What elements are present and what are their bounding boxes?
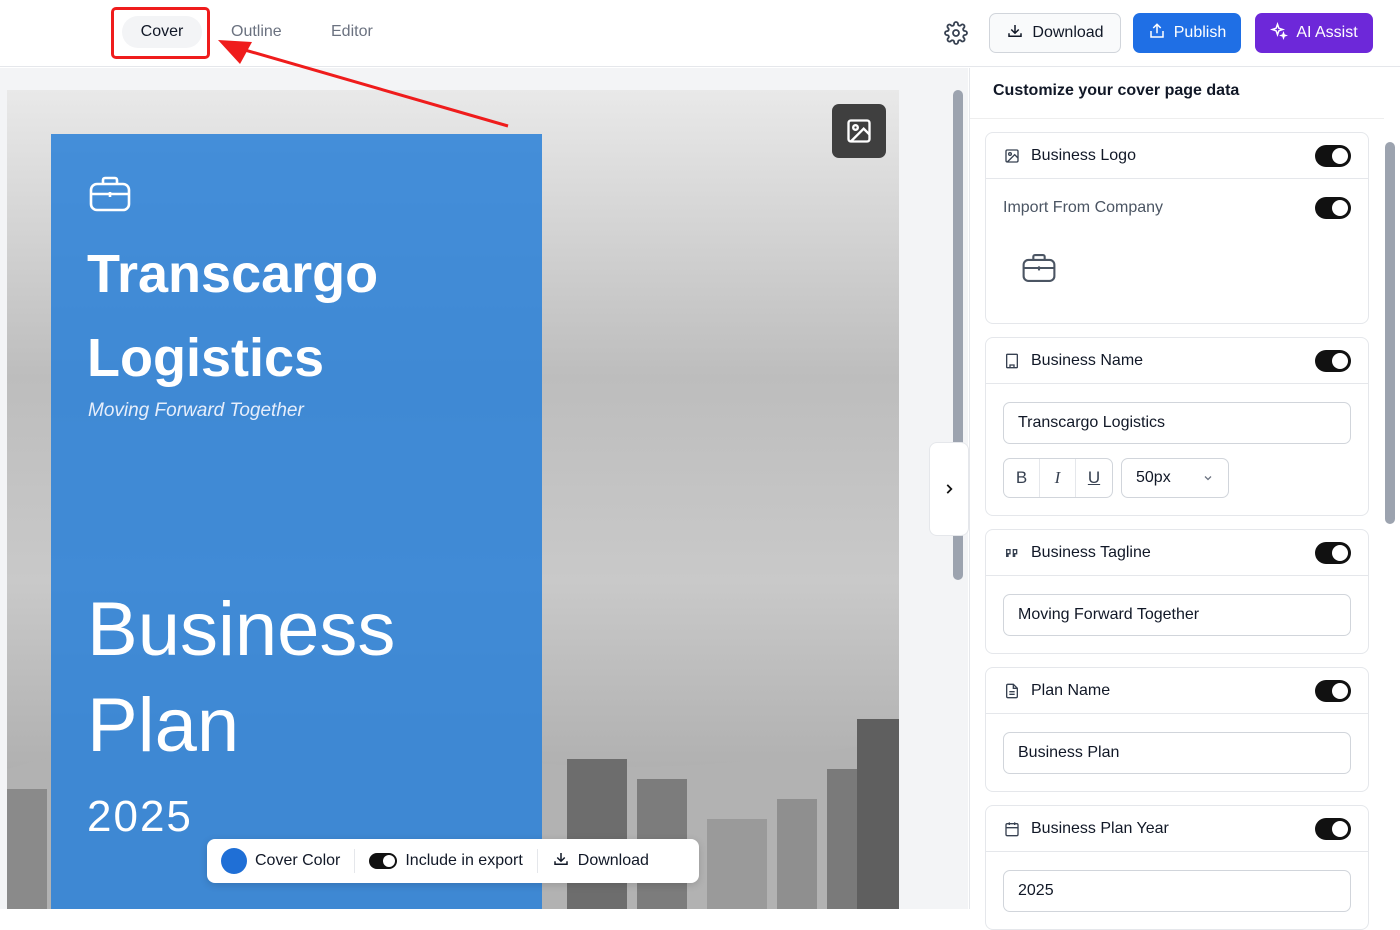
share-icon xyxy=(1148,22,1166,45)
customize-sidebar: Customize your cover page data Business … xyxy=(969,68,1400,930)
plan-name-input[interactable]: Business Plan xyxy=(1003,732,1351,774)
sparkles-icon xyxy=(1270,21,1289,45)
gear-icon[interactable] xyxy=(944,21,968,45)
cover-year: 2025 xyxy=(87,792,193,841)
top-bar: Cover Outline Editor Download Publish AI… xyxy=(0,0,1400,67)
cover-color-label: Cover Color xyxy=(255,852,341,869)
business-tagline-toggle[interactable] xyxy=(1315,541,1351,564)
cover-download-button[interactable]: Download xyxy=(538,849,663,873)
download-button[interactable]: Download xyxy=(989,13,1121,53)
tab-outline[interactable]: Outline xyxy=(231,16,282,48)
italic-button[interactable]: I xyxy=(1040,459,1076,497)
business-tagline-card: Business Tagline Moving Forward Together xyxy=(985,529,1369,654)
underline-button[interactable]: U xyxy=(1076,459,1112,497)
ai-assist-label: AI Assist xyxy=(1296,24,1358,41)
tab-editor[interactable]: Editor xyxy=(331,16,373,48)
bold-button[interactable]: B xyxy=(1004,459,1040,497)
cover-plan-name: Business Plan xyxy=(87,587,396,768)
chevron-right-icon xyxy=(946,484,953,494)
change-image-button[interactable] xyxy=(832,104,886,158)
font-size-select[interactable]: 50px xyxy=(1121,458,1229,498)
cover-tagline: Moving Forward Together xyxy=(88,400,304,421)
sidebar-title: Customize your cover page data xyxy=(993,82,1240,99)
business-logo-label: Business Logo xyxy=(1031,146,1136,164)
briefcase-icon[interactable] xyxy=(1022,253,1056,288)
toggle-sidebar-button[interactable] xyxy=(929,442,969,536)
sidebar-scrollbar[interactable] xyxy=(1383,124,1400,909)
ai-assist-button[interactable]: AI Assist xyxy=(1255,13,1373,53)
business-name-toggle[interactable] xyxy=(1315,349,1351,372)
business-logo-toggle[interactable] xyxy=(1315,144,1351,167)
business-plan-year-label: Business Plan Year xyxy=(1031,819,1169,837)
briefcase-icon xyxy=(89,176,131,217)
plan-name-toggle[interactable] xyxy=(1315,679,1351,702)
chevron-down-icon xyxy=(1204,476,1212,481)
import-from-company-toggle[interactable] xyxy=(1315,197,1351,219)
color-swatch[interactable] xyxy=(221,848,247,874)
business-name-label: Business Name xyxy=(1031,351,1144,369)
business-name-card: Business Name Transcargo Logistics B I U… xyxy=(985,337,1369,516)
cover-download-label: Download xyxy=(577,852,649,869)
cover-color-picker[interactable]: Cover Color xyxy=(207,848,354,874)
download-label: Download xyxy=(1032,24,1104,41)
include-in-export-toggle[interactable]: Include in export xyxy=(355,849,536,873)
business-plan-year-toggle[interactable] xyxy=(1315,817,1351,840)
publish-button[interactable]: Publish xyxy=(1133,13,1241,53)
business-plan-year-input[interactable]: 2025 xyxy=(1003,870,1351,912)
font-size-value: 50px xyxy=(1136,469,1171,486)
business-plan-year-card: Business Plan Year 2025 xyxy=(985,805,1369,930)
business-logo-card: Business Logo Import From Company xyxy=(985,132,1369,324)
image-icon xyxy=(847,119,871,143)
include-label: Include in export xyxy=(405,852,523,869)
business-tagline-input[interactable]: Moving Forward Together xyxy=(1003,594,1351,636)
business-tagline-label: Business Tagline xyxy=(1031,543,1151,561)
annotation-highlight-box xyxy=(111,7,210,59)
cover-business-name: Transcargo Logistics xyxy=(87,244,379,388)
divider xyxy=(970,118,1384,119)
image-icon xyxy=(1003,147,1021,165)
building-icon xyxy=(1003,352,1021,370)
download-icon xyxy=(1006,22,1024,45)
scrollbar-thumb[interactable] xyxy=(1385,142,1395,524)
text-format-group: B I U xyxy=(1003,458,1113,498)
document-icon xyxy=(1003,682,1021,700)
cover-floating-toolbar: Cover Color Include in export Download xyxy=(207,839,699,883)
quote-icon xyxy=(1003,544,1021,562)
toggle-switch[interactable] xyxy=(369,853,398,869)
calendar-icon xyxy=(1003,820,1021,838)
publish-label: Publish xyxy=(1173,24,1227,41)
business-name-input[interactable]: Transcargo Logistics xyxy=(1003,402,1351,444)
plan-name-label: Plan Name xyxy=(1031,681,1111,699)
download-icon xyxy=(552,850,570,873)
import-from-company-label: Import From Company xyxy=(1003,199,1164,216)
plan-name-card: Plan Name Business Plan xyxy=(985,667,1369,792)
